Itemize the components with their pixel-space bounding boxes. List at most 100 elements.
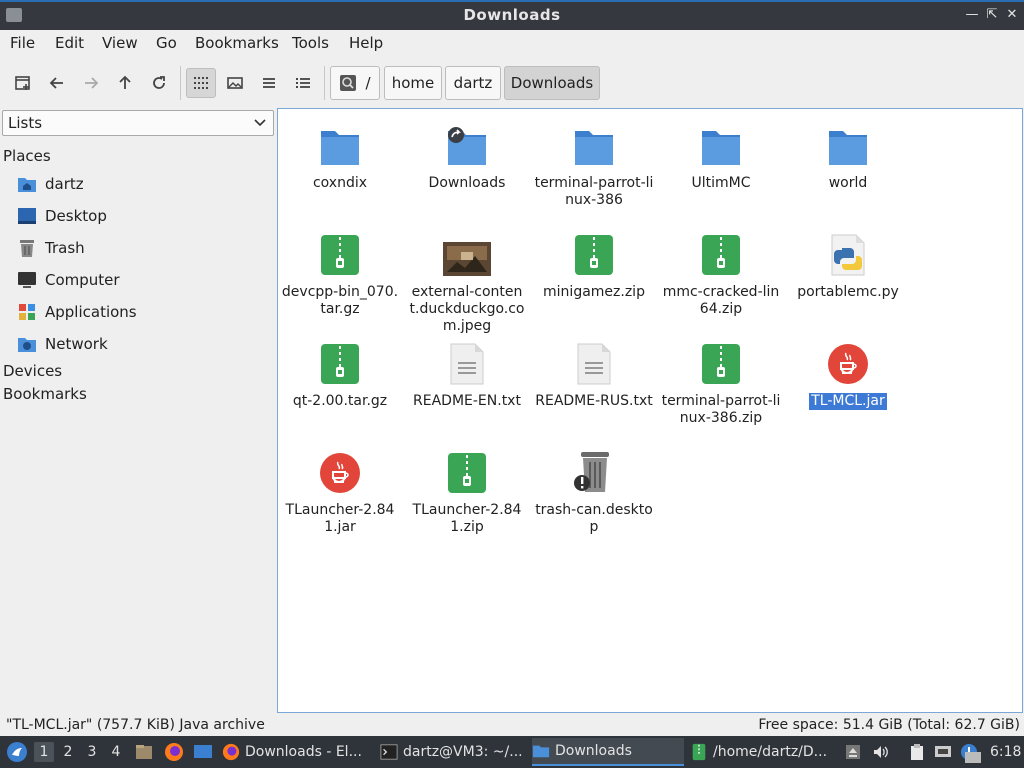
up-button[interactable] [110, 68, 140, 98]
menu-help[interactable]: Help [349, 34, 383, 52]
file-item[interactable]: README-RUS.txt [532, 335, 656, 410]
file-name: world [828, 175, 868, 191]
side-pane-mode-select[interactable]: Lists [2, 110, 274, 136]
file-item[interactable]: trash-can.desktop [532, 444, 656, 536]
file-item[interactable]: portablemc.py [786, 226, 910, 301]
devices-heading[interactable]: Devices [3, 362, 62, 380]
forward-button[interactable] [76, 68, 106, 98]
file-view[interactable]: coxndix Downloads terminal-parrot-linux-38… [277, 108, 1023, 713]
sidebar-item-computer[interactable]: Computer [16, 267, 120, 293]
menu-bookmarks[interactable]: Bookmarks [195, 34, 279, 52]
file-name: terminal-parrot-linux-386 [534, 175, 654, 208]
archive-icon [532, 226, 656, 276]
file-name: devcpp-bin_070.tar.gz [281, 284, 399, 317]
folder-icon [532, 117, 656, 167]
window-title: Downloads [463, 6, 561, 24]
menu-tools[interactable]: Tools [292, 34, 329, 52]
volume-icon[interactable] [872, 743, 890, 761]
file-item[interactable]: UltimMC [659, 117, 783, 192]
sidebar-item-dartz[interactable]: dartz [16, 171, 84, 197]
terminal-icon [380, 744, 398, 760]
folder-icon [278, 117, 402, 167]
file-item[interactable]: README-EN.txt [405, 335, 529, 410]
icon-view-button[interactable] [186, 68, 216, 98]
task-terminal[interactable]: dartz@VM3: ~/... [380, 738, 528, 766]
file-item[interactable]: coxndix [278, 117, 402, 192]
archive-icon [278, 335, 402, 385]
file-name: TL-MCL.jar [809, 393, 887, 410]
arrow-left-icon [49, 77, 63, 89]
workspace-2[interactable]: 2 [58, 742, 78, 762]
python-file-icon [786, 226, 910, 276]
image-icon [227, 77, 243, 89]
task-label: /home/dartz/D... [713, 744, 828, 760]
archive-icon [659, 226, 783, 276]
file-item[interactable]: terminal-parrot-linux-386 [532, 117, 656, 209]
arrow-right-icon [85, 77, 99, 89]
sidebar-item-desktop[interactable]: Desktop [16, 203, 107, 229]
path-crumb-downloads[interactable]: Downloads [504, 66, 600, 100]
path-crumb-home[interactable]: home [384, 66, 442, 100]
file-item[interactable]: TLauncher-2.841.zip [405, 444, 529, 536]
launcher-firefox[interactable] [164, 736, 184, 768]
task-downloads[interactable]: Downloads [532, 738, 684, 766]
task-archive[interactable]: /home/dartz/D... [690, 738, 838, 766]
grid-icon [194, 77, 208, 89]
close-icon[interactable]: ✕ [1002, 5, 1022, 25]
file-item[interactable]: TLauncher-2.841.jar [278, 444, 402, 536]
back-button[interactable] [42, 68, 72, 98]
launcher-file-manager[interactable] [134, 736, 154, 768]
menu-edit[interactable]: Edit [55, 34, 84, 52]
launcher-show-desktop[interactable] [193, 736, 213, 768]
path-crumb-dartz[interactable]: dartz [445, 66, 501, 100]
file-item[interactable]: Downloads [405, 117, 529, 192]
file-name: UltimMC [691, 175, 751, 191]
file-name: mmc-cracked-lin64.zip [662, 284, 780, 317]
menu-go[interactable]: Go [156, 34, 177, 52]
new-window-icon [15, 76, 30, 90]
workspace-4[interactable]: 4 [106, 742, 126, 762]
detailed-list-icon [296, 78, 310, 88]
detailed-view-button[interactable] [288, 68, 318, 98]
file-name: portablemc.py [797, 284, 899, 300]
menu-file[interactable]: File [10, 34, 35, 52]
eject-icon[interactable] [844, 743, 862, 761]
clock[interactable]: 6:18 [990, 736, 1021, 768]
taskbar: 1 2 3 4 Downloads - El... dartz@VM3: ~/.… [0, 736, 1024, 768]
sidebar-item-trash[interactable]: Trash [16, 235, 85, 261]
menu-view[interactable]: View [102, 34, 138, 52]
file-item[interactable]: qt-2.00.tar.gz [278, 335, 402, 410]
file-item[interactable]: terminal-parrot-linux-386.zip [659, 335, 783, 427]
folder-icon [532, 745, 550, 758]
file-item[interactable]: minigamez.zip [532, 226, 656, 301]
path-root-button[interactable]: / [330, 66, 380, 100]
status-free-space: Free space: 51.4 GiB (Total: 62.7 GiB) [758, 717, 1020, 733]
file-item[interactable]: devcpp-bin_070.tar.gz [278, 226, 402, 318]
start-menu-button[interactable] [6, 736, 28, 768]
reload-button[interactable] [144, 68, 174, 98]
menu-bar: File Edit View Go Bookmarks Tools Help [0, 30, 1024, 56]
sidebar-item-applications[interactable]: Applications [16, 299, 137, 325]
sidebar-item-network[interactable]: Network [16, 331, 108, 357]
text-file-icon [532, 335, 656, 385]
maximize-icon[interactable]: ⇱ [982, 5, 1002, 25]
file-item[interactable]: world [786, 117, 910, 192]
file-item[interactable]: TL-MCL.jar [786, 335, 910, 410]
compact-view-button[interactable] [254, 68, 284, 98]
bookmarks-heading[interactable]: Bookmarks [3, 385, 87, 403]
file-item[interactable]: mmc-cracked-lin64.zip [659, 226, 783, 318]
title-bar: Downloads — ⇱ ✕ [0, 0, 1024, 30]
file-item[interactable]: external-content.duckduckgo.com.jpeg [405, 226, 529, 335]
clipboard-icon[interactable] [908, 743, 926, 761]
java-file-icon [786, 335, 910, 385]
file-name: terminal-parrot-linux-386.zip [661, 393, 781, 426]
thumbnail-view-button[interactable] [220, 68, 250, 98]
network-icon[interactable] [934, 743, 952, 761]
status-bar: "TL-MCL.jar" (757.7 KiB) Java archive Fr… [0, 714, 1024, 736]
screen-icon[interactable] [964, 750, 982, 768]
new-window-button[interactable] [8, 68, 38, 98]
task-firefox[interactable]: Downloads - El... [222, 738, 372, 766]
workspace-1[interactable]: 1 [34, 742, 54, 762]
minimize-icon[interactable]: — [962, 5, 982, 25]
workspace-3[interactable]: 3 [82, 742, 102, 762]
